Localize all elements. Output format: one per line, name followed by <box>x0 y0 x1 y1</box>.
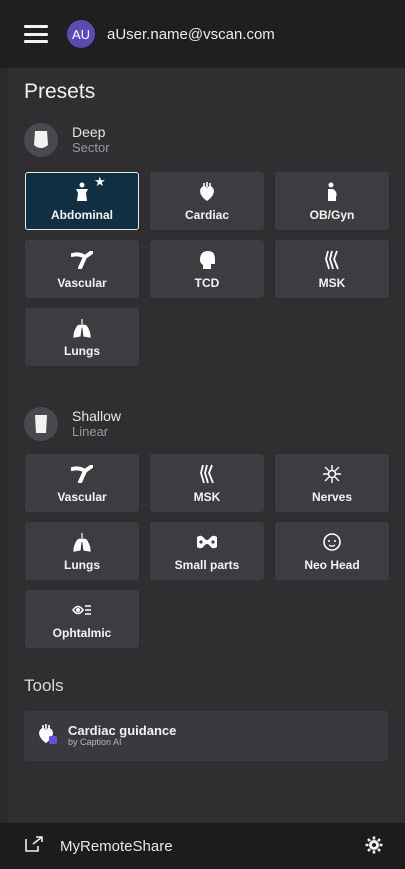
eye-icon <box>71 598 93 622</box>
preset-tile-vascular[interactable]: Vascular <box>25 240 139 298</box>
bottom-bar: MyRemoteShare <box>0 823 405 869</box>
remote-share-link[interactable]: MyRemoteShare <box>60 838 173 855</box>
gear-icon[interactable] <box>365 836 383 859</box>
preset-label: Nerves <box>311 490 353 504</box>
probe-type: Sector <box>72 139 110 155</box>
preset-label: Vascular <box>57 276 107 290</box>
user-email: aUser.name@vscan.com <box>107 25 275 43</box>
presets-title: Presets <box>24 80 96 103</box>
cardiac-guidance-icon <box>36 723 58 750</box>
preset-tile-ophtalmic[interactable]: Ophtalmic <box>25 590 139 648</box>
preset-label: OB/Gyn <box>309 208 355 222</box>
preset-tile-cardiac[interactable]: Cardiac <box>150 172 264 230</box>
preset-label: Neo Head <box>304 558 360 572</box>
linear-probe-icon <box>24 407 58 441</box>
vessel-icon <box>71 248 93 272</box>
preset-tile-lungs-linear[interactable]: Lungs <box>25 522 139 580</box>
preset-label: Vascular <box>57 490 107 504</box>
probe-deep-sector: Deep Sector <box>24 123 110 157</box>
preset-label: Lungs <box>64 344 100 358</box>
preset-label: Ophtalmic <box>52 626 112 640</box>
head-icon <box>197 248 217 272</box>
tool-cardiac-guidance[interactable]: Cardiac guidance by Caption AI <box>24 711 388 761</box>
preset-tile-small-parts[interactable]: Small parts <box>150 522 264 580</box>
preset-tile-msk[interactable]: MSK <box>275 240 389 298</box>
probe-name: Shallow <box>72 408 122 425</box>
preset-label: Cardiac <box>184 208 230 222</box>
preset-tile-tcd[interactable]: TCD <box>150 240 264 298</box>
top-bar: AU aUser.name@vscan.com <box>0 0 405 68</box>
preset-tile-vascular-linear[interactable]: Vascular <box>25 454 139 512</box>
vessel-icon <box>71 462 93 486</box>
preset-tile-msk-linear[interactable]: MSK <box>150 454 264 512</box>
lungs-icon <box>72 530 92 554</box>
probe-name: Deep <box>72 124 106 141</box>
tools-title: Tools <box>24 676 64 695</box>
preset-label: Lungs <box>64 558 100 572</box>
nerve-icon <box>321 462 343 486</box>
probe-type: Linear <box>72 423 109 439</box>
heart-icon <box>198 180 216 204</box>
tool-subtitle: by Caption AI <box>68 737 122 748</box>
avatar[interactable]: AU <box>67 20 95 48</box>
small-parts-icon <box>195 530 219 554</box>
preset-tile-lungs[interactable]: Lungs <box>25 308 139 366</box>
baby-head-icon <box>322 530 342 554</box>
probe-shallow-linear: Shallow Linear <box>24 407 121 441</box>
preset-label: TCD <box>194 276 220 290</box>
preset-label: Abdominal <box>51 208 113 222</box>
preset-tile-neo-head[interactable]: Neo Head <box>275 522 389 580</box>
preset-label: MSK <box>193 490 221 504</box>
tool-name: Cardiac guidance <box>68 723 177 739</box>
knee-icon <box>324 248 340 272</box>
hamburger-icon[interactable] <box>24 25 48 43</box>
knee-icon <box>199 462 215 486</box>
presets-panel: Presets Deep Sector ★ Abdominal Cardiac … <box>8 68 405 823</box>
abdominal-icon: ★ <box>74 174 106 204</box>
lungs-icon <box>72 316 92 340</box>
preset-tile-obgyn[interactable]: OB/Gyn <box>275 172 389 230</box>
preset-tile-nerves[interactable]: Nerves <box>275 454 389 512</box>
favorite-star-icon: ★ <box>94 174 106 189</box>
sector-probe-icon <box>24 123 58 157</box>
preset-label: MSK <box>318 276 346 290</box>
pregnancy-icon <box>325 180 339 204</box>
preset-tile-abdominal[interactable]: ★ Abdominal <box>25 172 139 230</box>
preset-label: Small parts <box>174 558 240 572</box>
external-link-icon[interactable] <box>24 835 44 858</box>
